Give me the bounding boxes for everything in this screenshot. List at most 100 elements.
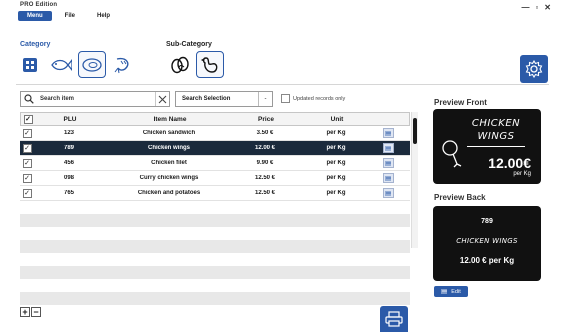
empty-row: [20, 292, 410, 305]
menu-tab-file[interactable]: File: [56, 11, 84, 21]
row-plu: 765: [63, 190, 74, 196]
search-selection-dropdown[interactable]: Search Selection -: [175, 91, 273, 107]
add-remove-controls: + −: [20, 307, 41, 317]
row-price: 12.50 €: [254, 190, 276, 196]
empty-row: [20, 227, 410, 240]
row-checkbox[interactable]: ✓: [22, 158, 32, 168]
category-shrimp-button[interactable]: [109, 51, 137, 78]
preview-front-price: 12.00€: [488, 155, 531, 171]
close-button[interactable]: ✕: [544, 3, 551, 12]
row-unit: per Kg: [326, 160, 346, 166]
table-row[interactable]: ✓ 456 Chicken filet 9.90 € per Kg: [20, 156, 410, 171]
chicken-icon: [200, 56, 218, 73]
printer-icon: [385, 311, 403, 327]
edit-preview-button[interactable]: Edit: [434, 286, 468, 297]
table-header: ✓ PLU Item Name Price Unit: [20, 112, 410, 126]
row-checkbox[interactable]: ✓: [22, 173, 32, 183]
subcategory-title: Sub-Category: [166, 41, 212, 48]
category-fish-button[interactable]: [47, 51, 75, 78]
updated-only-label: Updated records only: [293, 95, 346, 102]
row-price: 12.50 €: [254, 175, 276, 181]
row-checkbox[interactable]: ✓: [22, 128, 32, 138]
grid-icon: [23, 57, 37, 72]
preview-front-underline: [467, 146, 525, 147]
row-item-name: Curry chicken wings: [139, 175, 199, 181]
row-item-name: Chicken filet: [151, 160, 187, 166]
table-row-selected[interactable]: ✓ 789 Chicken wings 12.00 € per Kg: [20, 141, 410, 156]
edit-label-icon[interactable]: [382, 158, 394, 168]
search-input[interactable]: Search item: [40, 96, 155, 102]
row-unit: per Kg: [326, 145, 346, 151]
column-header-plu[interactable]: PLU: [35, 116, 105, 123]
empty-row: [20, 240, 410, 253]
updated-only-checkbox[interactable]: [281, 94, 290, 103]
category-all-button[interactable]: [16, 51, 44, 78]
search-field[interactable]: Search item: [20, 91, 170, 107]
row-price: 3.50 €: [256, 130, 274, 136]
empty-row: [20, 266, 410, 279]
empty-row: [20, 253, 410, 266]
preview-back-price: 12.00 € per Kg: [459, 256, 515, 265]
preview-back-title: Preview Back: [434, 193, 486, 202]
gear-icon: [525, 60, 543, 78]
search-selection-value: Search Selection: [182, 96, 231, 102]
edit-label-icon[interactable]: [382, 188, 394, 198]
edit-label-icon[interactable]: [382, 173, 394, 183]
row-item-name: Chicken wings: [147, 145, 190, 151]
table-row[interactable]: ✓ 098 Curry chicken wings 12.50 € per Kg: [20, 171, 410, 186]
row-checkbox[interactable]: ✓: [22, 188, 32, 198]
drumstick-icon: [442, 140, 462, 168]
edition-label: PRO Edition: [20, 2, 58, 8]
table-row[interactable]: ✓ 123 Chicken sandwich 3.50 € per Kg: [20, 126, 410, 141]
row-price: 12.00 €: [254, 145, 276, 151]
remove-item-button[interactable]: −: [31, 307, 41, 317]
subcategory-eggs-button[interactable]: [166, 51, 194, 78]
section-divider: [16, 84, 549, 85]
menu-tab-help[interactable]: Help: [88, 11, 119, 21]
table-row[interactable]: ✓ 765 Chicken and potatoes 12.50 € per K…: [20, 186, 410, 201]
meat-icon: [82, 57, 102, 72]
row-unit: per Kg: [326, 190, 346, 196]
preview-front-unit: per Kg: [513, 171, 531, 177]
row-plu: 123: [63, 130, 74, 136]
empty-row: [20, 214, 410, 227]
category-meat-button[interactable]: [78, 51, 106, 78]
empty-row: [20, 201, 410, 214]
eggs-icon: [171, 56, 189, 73]
column-header-unit[interactable]: Unit: [297, 116, 377, 123]
select-all-checkbox[interactable]: ✓: [23, 114, 33, 124]
search-icon: [21, 92, 37, 106]
row-checkbox[interactable]: ✓: [22, 143, 32, 153]
preview-back-label: 789 CHICKEN WINGS 12.00 € per Kg: [433, 206, 541, 281]
print-button[interactable]: [380, 306, 408, 332]
row-item-name: Chicken and potatoes: [137, 190, 201, 196]
updated-only-toggle[interactable]: Updated records only: [281, 94, 345, 103]
add-item-button[interactable]: +: [20, 307, 30, 317]
category-title: Category: [20, 41, 51, 48]
scrollbar-thumb[interactable]: [413, 118, 417, 144]
subcategory-chicken-button[interactable]: [196, 51, 224, 78]
subcategory-bar: [166, 51, 224, 78]
preview-front-name: CHICKEN WINGS: [463, 117, 529, 143]
edit-label-icon[interactable]: [382, 128, 394, 138]
items-table: ✓ PLU Item Name Price Unit ✓ 123 Chicken…: [20, 112, 410, 305]
edit-preview-label: Edit: [451, 288, 461, 295]
row-plu: 098: [63, 175, 74, 181]
preview-back-plu: 789: [481, 218, 493, 225]
column-header-item-name[interactable]: Item Name: [105, 116, 235, 123]
edit-icon: [441, 289, 448, 294]
edit-label-icon[interactable]: [382, 143, 394, 153]
minimize-button[interactable]: —: [521, 3, 529, 12]
preview-front-label: CHICKEN WINGS 12.00€ per Kg: [433, 109, 541, 184]
maximize-button[interactable]: ▫: [535, 3, 538, 12]
shrimp-icon: [114, 57, 129, 73]
settings-button[interactable]: [520, 55, 548, 83]
empty-row: [20, 279, 410, 292]
row-plu: 456: [63, 160, 74, 166]
column-header-price[interactable]: Price: [235, 116, 297, 123]
category-bar: [16, 51, 137, 78]
menu-tab-menu[interactable]: Menu: [18, 11, 52, 21]
clear-search-button[interactable]: [155, 92, 169, 106]
row-price: 9.90 €: [256, 160, 274, 166]
table-scrollbar[interactable]: [411, 112, 418, 248]
